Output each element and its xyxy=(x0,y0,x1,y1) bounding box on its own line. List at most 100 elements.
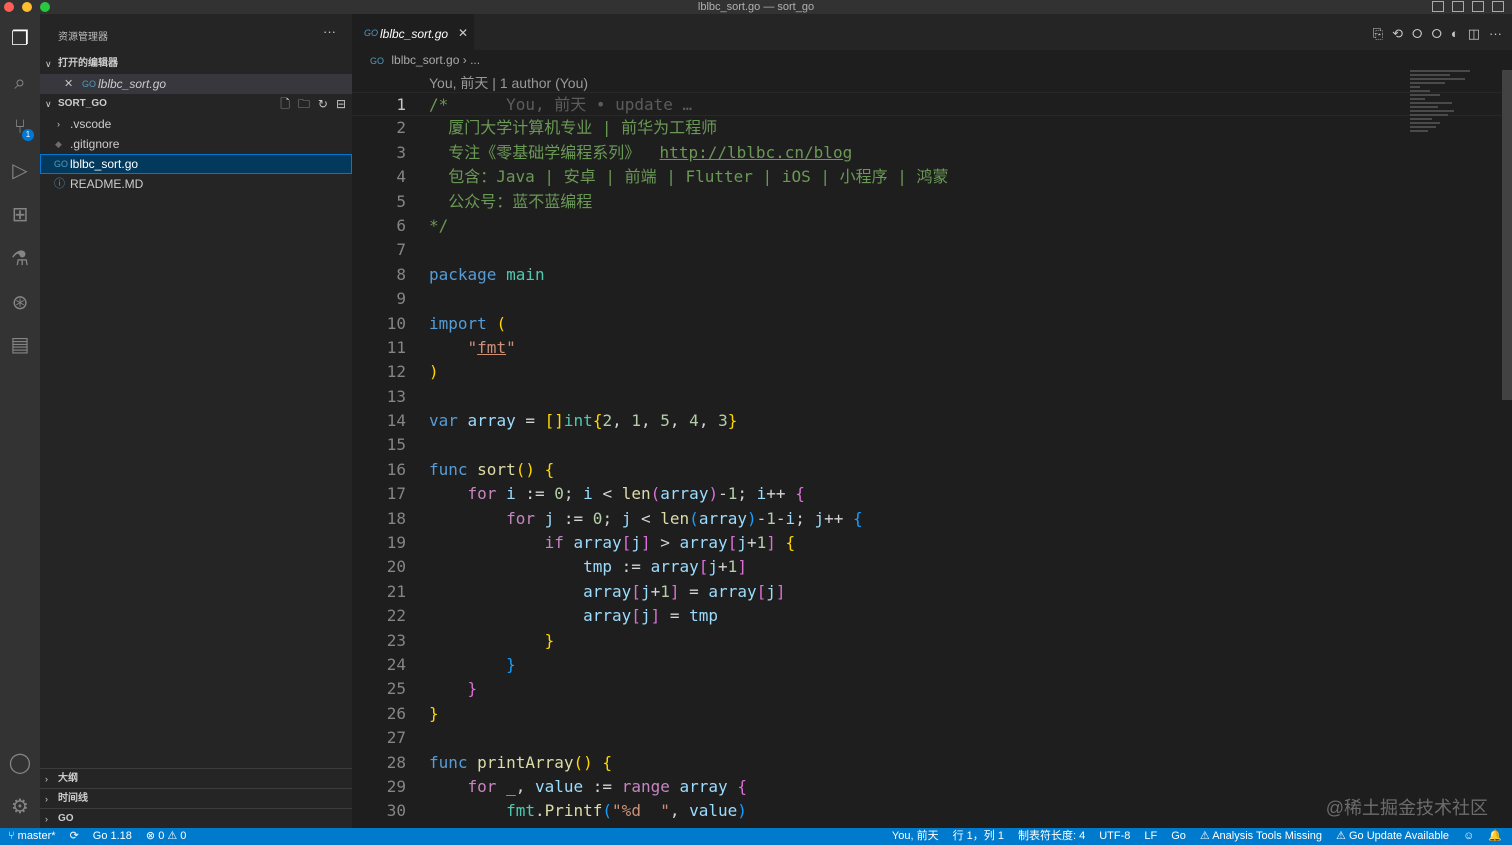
tree-item-vscode[interactable]: › .vscode xyxy=(40,114,352,134)
go-file-icon: GO xyxy=(364,28,379,38)
cursor-position[interactable]: 行 1，列 1 xyxy=(953,828,1004,845)
code-line: 18 for j := 0; j < len(array)-1-i; j++ { xyxy=(386,508,863,528)
toggle-panel-icon[interactable] xyxy=(1452,1,1464,12)
settings-gear-icon[interactable]: ⚙ xyxy=(7,794,33,820)
breadcrumb: GO lblbc_sort.go › ... xyxy=(370,53,480,67)
branch-indicator[interactable]: ⑂ master* xyxy=(8,828,56,845)
tab-label: lblbc_sort.go xyxy=(380,27,449,41)
tab-lblbc-sort-go[interactable]: GO lblbc_sort.go ✕ xyxy=(352,14,474,50)
indentation[interactable]: 制表符长度: 4 xyxy=(1018,828,1085,845)
open-changes-icon[interactable]: ⎘ xyxy=(1373,26,1383,42)
tree-item-gitignore[interactable]: ◆ .gitignore xyxy=(40,134,352,154)
code-line: 10 import ( xyxy=(386,313,507,333)
git-codelens[interactable]: You, 前天 | 1 author (You) xyxy=(429,73,588,93)
close-tab-icon[interactable]: ✕ xyxy=(458,26,468,40)
explorer-toolbar: 🗋 🗀 ↻ ⊟ xyxy=(280,94,346,114)
more-actions-icon[interactable]: ··· xyxy=(1489,26,1502,42)
code-line: 14 var array = []int{2, 1, 5, 4, 3} xyxy=(386,411,738,431)
code-line: 25 } xyxy=(386,679,478,699)
previous-change-icon[interactable]: ⭘ xyxy=(1412,26,1422,42)
chevron-down-icon: ∨ xyxy=(45,59,52,69)
code-line: 16 func sort() { xyxy=(386,459,555,479)
code-line: 2 厦门大学计算机专业 | 前华为工程师 xyxy=(396,118,718,138)
refresh-icon[interactable]: ↻ xyxy=(318,94,328,114)
outline-label: 大纲 xyxy=(58,773,78,784)
sync-icon[interactable]: ⟳ xyxy=(70,828,79,845)
tree-item-readme[interactable]: ⓘ README.MD xyxy=(40,174,352,194)
extensions-icon[interactable]: ⊞ xyxy=(7,202,33,228)
blog-link[interactable]: http://lblbc.cn/blog xyxy=(660,143,853,162)
go-file-icon: GO xyxy=(54,159,69,169)
code-line: 28 func printArray() { xyxy=(386,752,613,772)
new-file-icon[interactable]: 🗋 xyxy=(280,94,290,114)
explorer-sidebar: 资源管理器 ··· ∨ 打开的编辑器 ✕ GO lblbc_sort.go ∨ … xyxy=(40,14,352,828)
tree-item-label: lblbc_sort.go xyxy=(70,157,139,171)
status-bar: ⑂ master* ⟳ Go 1.18 ⊗ 0 ⚠ 0 You, 前天 行 1，… xyxy=(0,828,1512,845)
code-editor[interactable]: 1/* You, 前天 • update … 2 厦门大学计算机专业 | 前华为… xyxy=(352,92,1502,824)
code-line: 9 xyxy=(396,289,406,309)
split-editor-icon[interactable]: ◫ xyxy=(1468,26,1480,42)
go-version[interactable]: Go 1.18 xyxy=(93,828,132,845)
code-line: 17 for i := 0; i < len(array)-1; i++ { xyxy=(386,484,805,504)
scm-badge: 1 xyxy=(22,129,34,141)
code-line: 6 */ xyxy=(396,215,449,235)
status-left: ⑂ master* ⟳ Go 1.18 ⊗ 0 ⚠ 0 xyxy=(8,828,186,845)
notifications-bell-icon[interactable]: 🔔 xyxy=(1488,828,1502,845)
source-control-icon[interactable]: ⑂ 1 xyxy=(7,114,34,141)
code-line: 26} xyxy=(386,703,439,723)
end-of-line[interactable]: LF xyxy=(1144,828,1157,845)
code-line: 4 包含：Java | 安卓 | 前端 | Flutter | iOS | 小程… xyxy=(396,167,949,187)
workspace-section[interactable]: ∨ SORT_GO 🗋 🗀 ↻ ⊟ xyxy=(40,94,352,114)
editor-area: GO lblbc_sort.go ✕ ⎘ ⟲ ⭘ ⭘ ◐ ◫ ··· GO lb… xyxy=(352,14,1512,828)
tree-item-lblbc-sort-go[interactable]: GO lblbc_sort.go xyxy=(40,154,352,174)
code-line: 12) xyxy=(386,362,439,382)
remote-explorer-icon[interactable]: ▤ xyxy=(7,332,33,358)
search-icon[interactable]: ⌕ xyxy=(7,70,33,96)
git-graph-icon[interactable]: ⊛ xyxy=(7,290,33,316)
language-mode[interactable]: Go xyxy=(1171,828,1186,845)
breadcrumb-symbols[interactable]: ... xyxy=(470,53,480,67)
code-line: 22 array[j] = tmp xyxy=(386,606,719,626)
timeline-section[interactable]: › 时间线 xyxy=(40,788,352,808)
git-history-icon[interactable]: ⟲ xyxy=(1392,26,1403,42)
feedback-icon[interactable]: ☺ xyxy=(1463,828,1474,845)
status-right: You, 前天 行 1，列 1 制表符长度: 4 UTF-8 LF Go ⚠ A… xyxy=(892,828,1502,845)
encoding[interactable]: UTF-8 xyxy=(1099,828,1130,845)
customize-layout-icon[interactable] xyxy=(1492,1,1504,12)
accounts-icon[interactable]: ◯ xyxy=(7,750,33,776)
problems-indicator[interactable]: ⊗ 0 ⚠ 0 xyxy=(146,828,186,845)
open-editors-section[interactable]: ∨ 打开的编辑器 xyxy=(40,54,352,74)
go-file-icon: GO xyxy=(82,79,97,89)
timeline-label: 时间线 xyxy=(58,793,88,804)
title-bar: lblbc_sort.go — sort_go xyxy=(0,0,1512,14)
explorer-icon[interactable]: ❐ xyxy=(7,26,33,52)
toggle-primary-sidebar-icon[interactable] xyxy=(1432,1,1444,12)
collapse-all-icon[interactable]: ⊟ xyxy=(336,94,346,114)
minimap[interactable] xyxy=(1410,70,1500,160)
watermark: @稀土掘金技术社区 xyxy=(1325,798,1488,818)
breadcrumb-separator: › xyxy=(462,53,467,67)
git-blame-status[interactable]: You, 前天 xyxy=(892,828,939,845)
close-editor-icon[interactable]: ✕ xyxy=(64,74,73,94)
more-actions-icon[interactable]: ··· xyxy=(323,24,336,39)
breadcrumb-file[interactable]: lblbc_sort.go xyxy=(391,53,459,67)
run-debug-icon[interactable]: ▷ xyxy=(7,158,33,184)
chevron-right-icon: › xyxy=(45,814,48,824)
go-file-icon: GO xyxy=(370,56,385,66)
toggle-secondary-sidebar-icon[interactable] xyxy=(1472,1,1484,12)
chevron-right-icon: › xyxy=(57,119,60,129)
go-update-warning[interactable]: ⚠ Go Update Available xyxy=(1336,828,1449,845)
chevron-right-icon: › xyxy=(45,774,48,784)
next-change-icon[interactable]: ⭘ xyxy=(1431,26,1441,42)
vertical-scrollbar[interactable] xyxy=(1502,70,1512,400)
chevron-down-icon: ∨ xyxy=(45,99,52,109)
analysis-tools-warning[interactable]: ⚠ Analysis Tools Missing xyxy=(1200,828,1322,845)
open-editor-item[interactable]: ✕ GO lblbc_sort.go xyxy=(40,74,352,94)
go-section[interactable]: › GO xyxy=(40,808,352,828)
testing-icon[interactable]: ⚗ xyxy=(7,246,33,272)
code-line: 13 xyxy=(386,386,406,406)
toggle-blame-icon[interactable]: ◐ xyxy=(1451,26,1459,42)
outline-section[interactable]: › 大纲 xyxy=(40,768,352,788)
code-line: 21 array[j+1] = array[j] xyxy=(386,581,786,601)
new-folder-icon[interactable]: 🗀 xyxy=(298,94,310,114)
